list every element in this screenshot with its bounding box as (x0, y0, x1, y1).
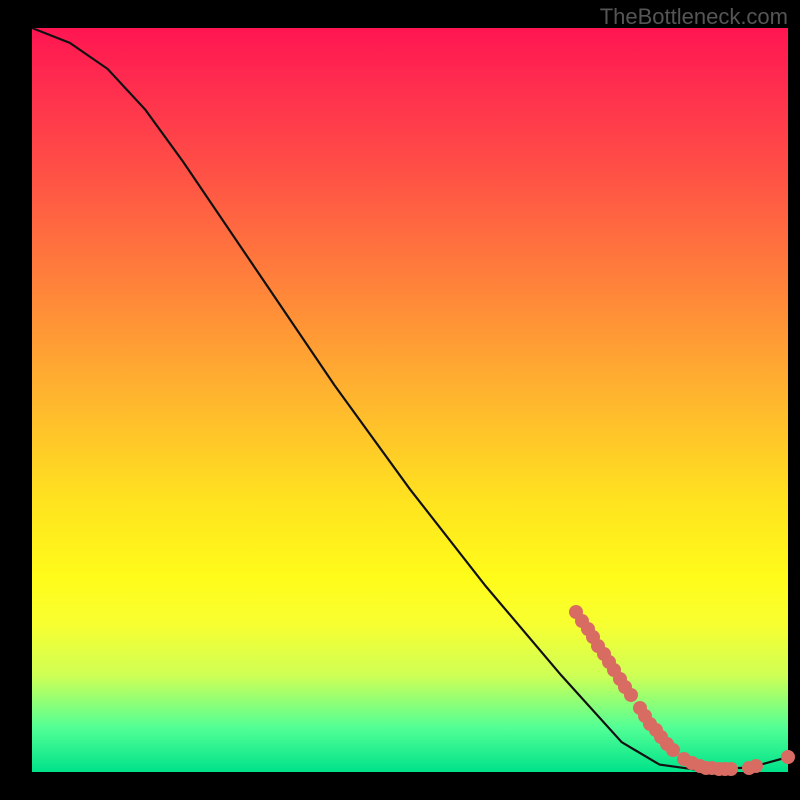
data-point (724, 762, 738, 776)
chart-scatter-layer (32, 28, 788, 772)
data-point (781, 750, 795, 764)
data-point (624, 688, 638, 702)
chart-area (32, 28, 788, 772)
watermark-text: TheBottleneck.com (600, 4, 788, 30)
data-point (749, 759, 763, 773)
